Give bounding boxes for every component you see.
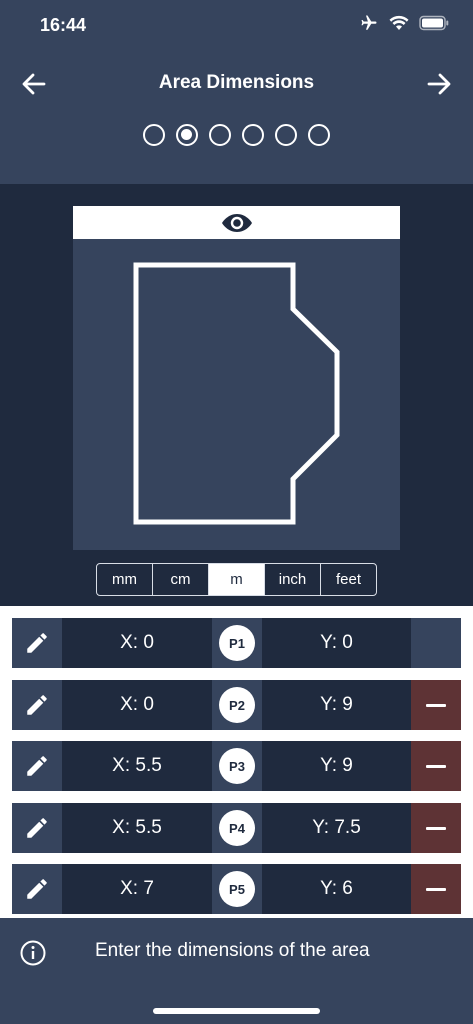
unit-mm[interactable]: mm (97, 564, 152, 595)
arrow-right-icon (427, 73, 451, 95)
remove-point-button[interactable] (411, 803, 461, 853)
unit-feet[interactable]: feet (320, 564, 376, 595)
pencil-icon (27, 633, 47, 653)
unit-cm[interactable]: cm (152, 564, 208, 595)
status-icons (359, 14, 449, 37)
edit-button[interactable] (12, 803, 62, 853)
y-value[interactable]: Y: 6 (262, 864, 411, 914)
pencil-icon (27, 695, 47, 715)
edit-button[interactable] (12, 680, 62, 730)
y-value[interactable]: Y: 0 (262, 618, 411, 668)
point-row-p5: X: 7 P5 Y: 6 (12, 864, 461, 914)
point-row-p3: X: 5.5 P3 Y: 9 (12, 741, 461, 791)
unit-inch[interactable]: inch (264, 564, 320, 595)
edit-button[interactable] (12, 864, 62, 914)
remove-point-button[interactable] (411, 741, 461, 791)
y-value[interactable]: Y: 7.5 (262, 803, 411, 853)
info-icon[interactable] (19, 939, 47, 972)
point-label: P1 (219, 625, 255, 661)
point-label: P5 (219, 871, 255, 907)
pencil-icon (27, 818, 47, 838)
step-dot-1[interactable] (143, 124, 165, 146)
x-value[interactable]: X: 0 (62, 680, 212, 730)
x-value[interactable]: X: 0 (62, 618, 212, 668)
pencil-icon (27, 756, 47, 776)
area-outline (133, 262, 340, 525)
home-indicator[interactable] (153, 1008, 320, 1014)
point-label: P4 (219, 810, 255, 846)
minus-icon (426, 887, 446, 891)
step-dot-6[interactable] (308, 124, 330, 146)
page-title: Area Dimensions (158, 72, 315, 93)
forward-button[interactable] (423, 68, 455, 100)
point-row-p1: X: 0 P1 Y: 0 (12, 618, 461, 668)
minus-icon (426, 703, 446, 707)
unit-m[interactable]: m (208, 564, 264, 595)
shape-preview (73, 206, 400, 550)
header: 16:44 Area Dimensions (0, 0, 473, 184)
edit-button[interactable] (12, 618, 62, 668)
remove-button-disabled (411, 618, 461, 668)
eye-icon (221, 213, 252, 232)
points-list: X: 0 P1 Y: 0 X: 0 P2 Y: 9 X: 5.5 P3 Y: 9… (0, 606, 473, 918)
edit-button[interactable] (12, 741, 62, 791)
x-value[interactable]: X: 5.5 (62, 803, 212, 853)
remove-point-button[interactable] (411, 864, 461, 914)
y-value[interactable]: Y: 9 (262, 680, 411, 730)
point-row-p4: X: 5.5 P4 Y: 7.5 (12, 803, 461, 853)
step-dot-2[interactable] (176, 124, 198, 146)
status-time: 16:44 (40, 15, 87, 35)
point-label: P3 (219, 748, 255, 784)
area-shape-drawing (133, 262, 340, 525)
remove-point-button[interactable] (411, 680, 461, 730)
footer-message: Enter the dimensions of the area (95, 940, 370, 961)
point-row-p2: X: 0 P2 Y: 9 (12, 680, 461, 730)
unit-selector: mm cm m inch feet (96, 563, 377, 596)
step-dot-5[interactable] (275, 124, 297, 146)
step-indicator (0, 124, 473, 146)
battery-icon (419, 15, 449, 36)
airplane-icon (359, 14, 379, 37)
x-value[interactable]: X: 7 (62, 864, 212, 914)
minus-icon (426, 826, 446, 830)
point-label: P2 (219, 687, 255, 723)
wifi-icon (389, 15, 409, 36)
step-dot-4[interactable] (242, 124, 264, 146)
minus-icon (426, 764, 446, 768)
y-value[interactable]: Y: 9 (262, 741, 411, 791)
x-value[interactable]: X: 5.5 (62, 741, 212, 791)
preview-toggle-bar[interactable] (73, 206, 400, 239)
pencil-icon (27, 879, 47, 899)
step-dot-3[interactable] (209, 124, 231, 146)
